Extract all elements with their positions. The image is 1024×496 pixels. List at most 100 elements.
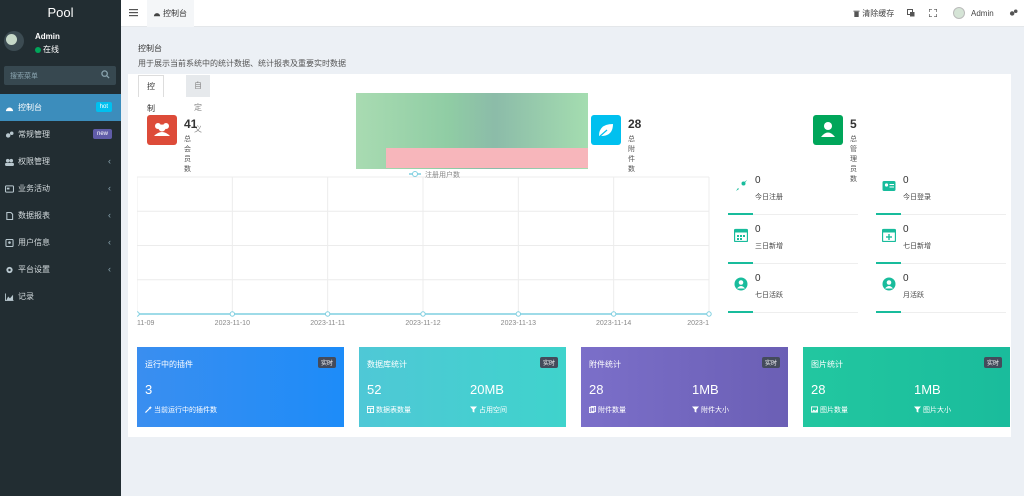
registration-line-chart: 11-09 2023-11-10 2023-11-11 2023-11-12 2023-…	[137, 170, 712, 327]
divider	[876, 262, 901, 264]
stat-label: 总会员数	[184, 136, 191, 173]
card-title: 附件统计	[589, 360, 621, 369]
sidebar-item-label: 平台设置	[18, 265, 50, 274]
translate-icon[interactable]	[907, 9, 915, 17]
sidebar-item-reports[interactable]: 数据报表 ‹	[0, 202, 121, 229]
data-point	[229, 311, 236, 317]
search-placeholder: 搜索菜单	[10, 73, 38, 80]
legend-marker	[412, 171, 418, 177]
stat-value: 0	[755, 175, 761, 186]
card-sub-label: 占用空间	[479, 407, 507, 414]
calendar-icon	[734, 228, 748, 242]
card-value: 1MB	[692, 382, 719, 397]
tab-dashboard[interactable]: 控制台	[138, 75, 164, 135]
files-icon	[589, 406, 596, 413]
menu-toggle-icon[interactable]	[129, 8, 138, 17]
sidebar-item-dashboard[interactable]: 控制台 hot	[0, 94, 121, 121]
card-value: 1MB	[914, 382, 941, 397]
card-sub: 当前运行中的插件数	[145, 405, 217, 415]
card-sub: 附件数量	[589, 405, 626, 415]
sidebar-item-label: 业务活动	[18, 184, 50, 193]
stat-label: 月活跃	[903, 292, 924, 299]
clear-cache-label: 清除缓存	[862, 9, 895, 18]
tab-dashboard[interactable]: 控制台	[147, 0, 194, 27]
sidebar-item-userinfo[interactable]: 用户信息 ‹	[0, 229, 121, 256]
card-value: 52	[367, 382, 382, 397]
plugins-card: 运行中的插件 实时 3 当前运行中的插件数	[137, 347, 344, 427]
user-panel: Admin 在线	[0, 26, 121, 62]
group-icon	[5, 158, 14, 166]
menu-search[interactable]: 搜索菜单	[4, 66, 116, 85]
stat-label: 七日新增	[903, 243, 931, 250]
sidebar-item-label: 记录	[18, 292, 34, 301]
sidebar-item-records[interactable]: 记录	[0, 283, 121, 310]
search-icon[interactable]	[101, 70, 110, 79]
avatar[interactable]	[953, 7, 965, 19]
tab-custom[interactable]: 自定义	[186, 75, 210, 134]
fullscreen-icon[interactable]	[929, 9, 937, 17]
dashboard-icon	[5, 107, 14, 112]
data-point	[137, 311, 140, 317]
x-tick-label: 2023-1	[687, 320, 709, 327]
tab-label: 控制台	[163, 9, 187, 18]
stat-three-day-new: 0 三日新增	[728, 218, 858, 264]
x-tick-label: 2023-11-14	[596, 320, 631, 327]
filter-icon	[692, 406, 699, 413]
card-title: 数据库统计	[367, 360, 407, 369]
chevron-left-icon: ‹	[108, 210, 111, 220]
x-tick-label: 2023-11-10	[215, 320, 250, 327]
x-tick-label: 2023-11-13	[501, 320, 536, 327]
stat-value: 0	[903, 175, 909, 186]
sidebar-item-general[interactable]: 常规管理 new	[0, 121, 121, 148]
card-title: 运行中的插件	[145, 360, 193, 369]
user-menu-name[interactable]: Admin	[971, 0, 994, 27]
users-icon	[147, 115, 177, 145]
card-sub: 图片数量	[811, 405, 848, 415]
divider	[728, 311, 753, 313]
card-sub: 占用空间	[470, 405, 507, 415]
data-point	[420, 311, 426, 317]
chevron-left-icon: ‹	[108, 156, 111, 166]
online-status: 在线	[35, 44, 59, 55]
app-logo[interactable]: Pool	[0, 0, 121, 26]
card-sub-label: 附件大小	[701, 407, 729, 414]
stat-value: 41	[184, 117, 198, 131]
clear-cache-button[interactable]: 清除缓存	[853, 0, 894, 27]
card-sub-label: 图片数量	[820, 407, 848, 414]
user-activity-stats: 0 今日注册 0 今日登录 0 三日新增 0 七日新增 0 七日活跃 0 月活跃	[728, 169, 1013, 315]
sidebar-item-permissions[interactable]: 权限管理 ‹	[0, 148, 121, 175]
page-title: 控制台	[138, 44, 162, 53]
stat-today-register: 0 今日注册	[728, 169, 858, 215]
card-sub-label: 数据表数量	[376, 407, 411, 414]
stat-label: 三日新增	[755, 243, 783, 250]
stat-label: 今日登录	[903, 194, 931, 201]
sidebar-item-label: 数据报表	[18, 211, 50, 220]
stat-value: 0	[755, 273, 761, 284]
stat-monthly-active: 0 月活跃	[876, 267, 1006, 313]
sidebar-item-platform[interactable]: 平台设置 ‹	[0, 256, 121, 283]
sidebar-item-business[interactable]: 业务活动 ‹	[0, 175, 121, 202]
panel-header: 控制台 用于展示当前系统中的统计数据、统计报表及重要实时数据	[128, 35, 1011, 74]
card-sub-label: 当前运行中的插件数	[154, 407, 217, 414]
page-subtitle: 用于展示当前系统中的统计数据、统计报表及重要实时数据	[138, 59, 346, 68]
stat-seven-day-new: 0 七日新增	[876, 218, 1006, 264]
database-card: 数据库统计 实时 52 20MB 数据表数量 占用空间	[359, 347, 566, 427]
divider	[728, 213, 753, 215]
cogs-icon[interactable]	[1009, 9, 1018, 17]
realtime-badge: 实时	[761, 357, 780, 368]
stat-value: 0	[903, 273, 909, 284]
card-value: 28	[589, 382, 604, 397]
status-label: 在线	[43, 45, 59, 54]
stat-value: 0	[755, 224, 761, 235]
dashboard-icon	[153, 13, 161, 17]
dashboard-panel: 控制台 用于展示当前系统中的统计数据、统计报表及重要实时数据 控制台 自定义 4…	[128, 35, 1011, 437]
card-sub-label: 附件数量	[598, 407, 626, 414]
magic-icon	[145, 406, 152, 413]
area-chart-icon	[5, 293, 14, 301]
stat-value: 28	[628, 117, 642, 131]
cogs-icon	[5, 131, 14, 138]
data-point	[610, 311, 617, 317]
x-tick-label: 2023-11-12	[405, 320, 440, 327]
user-name: Admin	[35, 32, 60, 41]
data-point	[515, 311, 522, 317]
